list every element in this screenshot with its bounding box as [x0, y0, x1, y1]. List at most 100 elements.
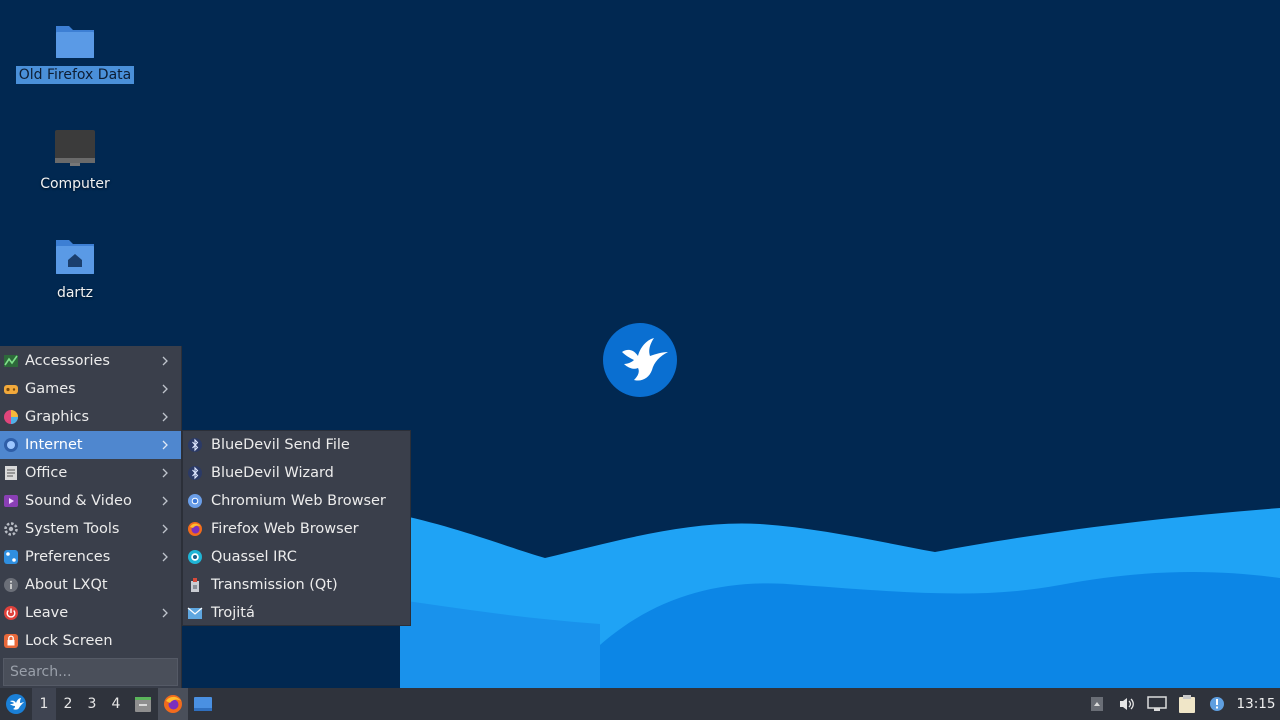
chevron-right-icon — [162, 608, 168, 618]
update-notifier-icon — [1210, 697, 1224, 711]
desktop-icon-label: Old Firefox Data — [15, 66, 135, 84]
menu-item-leave[interactable]: Leave — [0, 599, 181, 627]
menu-item-label: Lock Screen — [25, 633, 113, 649]
menu-item-label: System Tools — [25, 521, 120, 537]
tray-arrow-icon — [1091, 697, 1103, 711]
file-manager-icon — [135, 697, 151, 712]
volume-icon — [1120, 698, 1134, 710]
bluetooth-icon — [188, 466, 202, 480]
desktop-icon-label: dartz — [56, 285, 94, 301]
submenu-item-firefox[interactable]: Firefox Web Browser — [183, 515, 410, 543]
firefox-icon — [188, 522, 202, 536]
menu-item-accessories[interactable]: Accessories — [0, 347, 181, 375]
submenu-item-label: Firefox Web Browser — [211, 521, 359, 537]
quicklaunch-file-manager[interactable] — [128, 688, 158, 720]
chevron-right-icon — [162, 384, 168, 394]
submenu-item-label: Transmission (Qt) — [211, 577, 338, 593]
taskbar: 1 2 3 4 13:15 — [0, 688, 1280, 720]
system-tray: 13:15 — [1082, 688, 1280, 720]
quicklaunch-firefox[interactable] — [158, 688, 188, 720]
chevron-right-icon — [162, 468, 168, 478]
menu-item-label: Internet — [25, 437, 83, 453]
internet-icon — [4, 438, 18, 452]
trojita-mail-icon — [187, 607, 203, 619]
menu-item-about-lxqt[interactable]: About LXQt — [0, 571, 181, 599]
submenu-item-bluedevil-send-file[interactable]: BlueDevil Send File — [183, 431, 410, 459]
menu-item-label: Sound & Video — [25, 493, 132, 509]
menu-item-graphics[interactable]: Graphics — [0, 403, 181, 431]
clipboard-icon — [1179, 695, 1195, 713]
main-menu-button[interactable] — [0, 688, 32, 720]
update-notifier[interactable] — [1202, 688, 1232, 720]
chevron-right-icon — [162, 412, 168, 422]
submenu-item-trojita[interactable]: Trojitá — [183, 599, 410, 627]
office-icon — [5, 466, 17, 480]
chevron-right-icon — [162, 440, 168, 450]
desktop-icon-old-firefox-data[interactable]: Old Firefox Data — [15, 18, 135, 84]
desktop-icon-label: Computer — [40, 176, 110, 192]
show-desktop-icon — [194, 697, 212, 711]
submenu-item-label: Chromium Web Browser — [211, 493, 386, 509]
clock[interactable]: 13:15 — [1232, 696, 1280, 712]
volume-control[interactable] — [1112, 688, 1142, 720]
chevron-right-icon — [162, 496, 168, 506]
menu-item-label: Office — [25, 465, 68, 481]
submenu-item-bluedevil-wizard[interactable]: BlueDevil Wizard — [183, 459, 410, 487]
bluetooth-icon — [188, 438, 202, 452]
submenu-item-label: BlueDevil Send File — [211, 437, 350, 453]
chevron-right-icon — [162, 524, 168, 534]
clipboard-manager[interactable] — [1172, 688, 1202, 720]
transmission-icon — [191, 578, 199, 592]
menu-item-label: About LXQt — [25, 577, 108, 593]
menu-item-preferences[interactable]: Preferences — [0, 543, 181, 571]
power-icon — [4, 606, 18, 620]
menu-search-input[interactable] — [3, 658, 178, 686]
menu-item-label: Accessories — [25, 353, 110, 369]
info-icon — [4, 578, 18, 592]
quassel-icon — [188, 550, 202, 564]
lubuntu-logo-icon — [603, 323, 677, 397]
workspace-1-button[interactable]: 1 — [32, 688, 56, 720]
menu-item-label: Graphics — [25, 409, 90, 425]
start-menu-list: Accessories Games Graphics Internet Offi… — [0, 347, 181, 655]
menu-item-internet[interactable]: Internet — [0, 431, 181, 459]
sound-video-icon — [4, 495, 18, 507]
lubuntu-logo-icon — [6, 694, 26, 714]
chevron-right-icon — [162, 356, 168, 366]
chromium-icon — [188, 494, 202, 508]
menu-item-lock-screen[interactable]: Lock Screen — [0, 627, 181, 655]
submenu-item-transmission[interactable]: Transmission (Qt) — [183, 571, 410, 599]
tray-expander[interactable] — [1082, 688, 1112, 720]
lock-icon — [4, 634, 18, 648]
chevron-right-icon — [162, 552, 168, 562]
workspace-2-button[interactable]: 2 — [56, 688, 80, 720]
quicklaunch-show-desktop[interactable] — [188, 688, 218, 720]
start-menu: Accessories Games Graphics Internet Offi… — [0, 346, 182, 688]
submenu-item-label: BlueDevil Wizard — [211, 465, 334, 481]
menu-item-label: Leave — [25, 605, 69, 621]
internet-submenu: BlueDevil Send File BlueDevil Wizard Chr… — [182, 430, 411, 626]
folder-icon — [56, 26, 94, 58]
submenu-item-quassel-irc[interactable]: Quassel IRC — [183, 543, 410, 571]
accessories-icon — [4, 355, 18, 367]
menu-item-label: Preferences — [25, 549, 111, 565]
menu-item-label: Games — [25, 381, 76, 397]
games-icon — [4, 385, 18, 394]
network-icon — [1147, 696, 1167, 711]
submenu-item-label: Trojitá — [211, 605, 255, 621]
menu-item-office[interactable]: Office — [0, 459, 181, 487]
system-tools-icon — [4, 522, 18, 536]
workspace-4-button[interactable]: 4 — [104, 688, 128, 720]
graphics-icon — [4, 410, 18, 424]
submenu-item-chromium[interactable]: Chromium Web Browser — [183, 487, 410, 515]
menu-item-sound-video[interactable]: Sound & Video — [0, 487, 181, 515]
home-folder-icon — [56, 240, 94, 274]
menu-item-games[interactable]: Games — [0, 375, 181, 403]
computer-icon — [55, 130, 95, 166]
network-status[interactable] — [1142, 688, 1172, 720]
submenu-item-label: Quassel IRC — [211, 549, 297, 565]
desktop-icon-computer[interactable]: Computer — [15, 127, 135, 193]
menu-item-system-tools[interactable]: System Tools — [0, 515, 181, 543]
workspace-3-button[interactable]: 3 — [80, 688, 104, 720]
desktop-icon-dartz[interactable]: dartz — [15, 236, 135, 302]
